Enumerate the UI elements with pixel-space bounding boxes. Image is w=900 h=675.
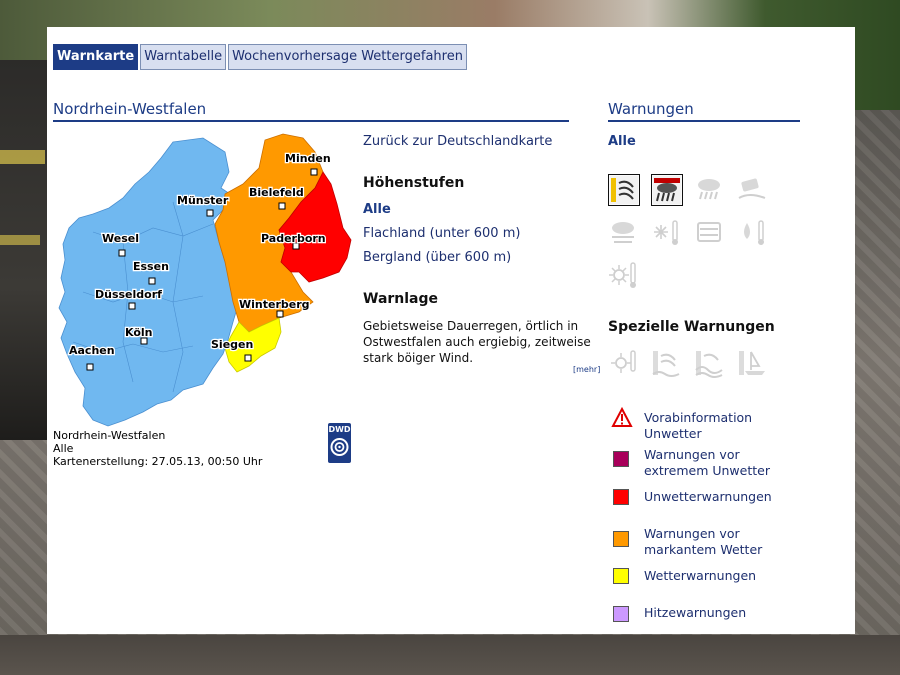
warning-triangle-icon	[611, 407, 633, 427]
thaw-icon[interactable]	[737, 217, 769, 249]
legend-swatch-markant	[613, 531, 629, 547]
more-link[interactable]: [mehr]	[573, 365, 600, 374]
flatland-link[interactable]: Flachland (unter 600 m)	[363, 226, 520, 241]
legend-weather: Wetterwarnungen	[644, 568, 757, 583]
coast-wind-icon[interactable]	[651, 348, 683, 380]
city-wesel: Wesel	[102, 232, 139, 245]
map-caption: Nordrhein-Westfalen Alle Kartenerstellun…	[53, 429, 262, 468]
warnings-title: Warnungen	[608, 100, 800, 122]
dwd-logo[interactable]: DWD	[328, 423, 351, 463]
situation-title: Warnlage	[363, 291, 439, 307]
legend-severe: Unwetterwarnungen	[644, 489, 772, 504]
city-koeln: Köln	[125, 326, 153, 339]
legend-heat: Hitzewarnungen	[644, 605, 747, 620]
tab-warntabelle[interactable]: Warntabelle	[140, 44, 227, 70]
frost-icon[interactable]	[651, 217, 683, 249]
city-essen: Essen	[133, 260, 169, 273]
tab-wochenvorhersage[interactable]: Wochenvorhersage Wettergefahren	[228, 44, 467, 70]
city-muenster: Münster	[177, 194, 229, 207]
warning-map[interactable]: Minden Bielefeld Münster Paderborn Wesel…	[53, 132, 355, 432]
legend-swatch-extreme	[613, 451, 629, 467]
heat-icon[interactable]	[608, 260, 640, 292]
situation-text: Gebietsweise Dauerregen, örtlich in Ostw…	[363, 319, 591, 365]
mountain-link[interactable]: Bergland (über 600 m)	[363, 250, 511, 265]
fog-icon[interactable]	[608, 217, 640, 249]
back-to-germany-link[interactable]: Zurück zur Deutschlandkarte	[363, 134, 552, 149]
city-duesseldorf: Düsseldorf	[95, 288, 162, 301]
sea-icon[interactable]	[737, 348, 769, 380]
legend-vorabinformation: Vorabinformation Unwetter	[644, 410, 753, 441]
legend-extreme: Warnungen vor extremem Unwetter	[644, 447, 770, 478]
caption-level: Alle	[53, 442, 74, 455]
warnings-all[interactable]: Alle	[608, 134, 636, 149]
wind-icon[interactable]	[608, 174, 640, 206]
dwd-spiral-icon	[330, 438, 349, 456]
storm-surge-icon[interactable]	[694, 348, 726, 380]
tab-bar: Warnkarte Warntabelle Wochenvorhersage W…	[53, 44, 469, 70]
city-aachen: Aachen	[69, 344, 115, 357]
map-svg: Minden Bielefeld Münster Paderborn Wesel…	[58, 133, 352, 427]
city-paderborn: Paderborn	[261, 232, 326, 245]
uv-icon[interactable]	[608, 348, 640, 380]
city-siegen: Siegen	[211, 338, 253, 351]
tab-warnkarte[interactable]: Warnkarte	[53, 44, 139, 70]
heights-all[interactable]: Alle	[363, 202, 391, 217]
thunderstorm-icon[interactable]	[694, 174, 726, 206]
heights-title: Höhenstufen	[363, 175, 465, 191]
caption-date: Kartenerstellung: 27.05.13, 00:50 Uhr	[53, 455, 263, 468]
legend-markant: Warnungen vor markantem Wetter	[644, 526, 763, 557]
dwd-logo-text: DWD	[328, 425, 351, 434]
legend-swatch-heat	[613, 606, 629, 622]
special-warnings-title: Spezielle Warnungen	[608, 319, 775, 335]
legend-swatch-severe	[613, 489, 629, 505]
city-winterberg: Winterberg	[239, 298, 310, 311]
region-title: Nordrhein-Westfalen	[53, 100, 569, 122]
black-ice-icon[interactable]	[737, 174, 769, 206]
caption-region: Nordrhein-Westfalen	[53, 429, 166, 442]
heavy-rain-icon[interactable]	[651, 174, 683, 206]
warning-panel: Warnkarte Warntabelle Wochenvorhersage W…	[47, 27, 855, 634]
city-bielefeld: Bielefeld	[249, 186, 304, 199]
city-minden: Minden	[285, 152, 331, 165]
legend-swatch-weather	[613, 568, 629, 584]
snow-icon[interactable]	[694, 217, 726, 249]
